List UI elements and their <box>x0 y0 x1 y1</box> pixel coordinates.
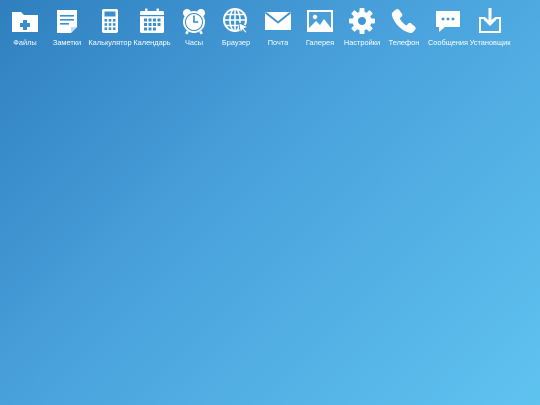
app-label: Сообщения <box>427 38 469 47</box>
notes-icon <box>52 6 82 36</box>
app-gallery[interactable]: Галерея <box>297 6 343 48</box>
app-label: Заметки <box>52 38 82 47</box>
app-label: Установщик <box>469 38 511 47</box>
app-icon-bar: Файлы Заметки Калькулятор Календарь Часы… <box>0 6 540 56</box>
app-clock[interactable]: Часы <box>171 6 217 48</box>
globe-cursor-icon <box>221 6 251 36</box>
desktop: Файлы Заметки Калькулятор Календарь Часы… <box>0 0 540 405</box>
app-notes[interactable]: Заметки <box>44 6 90 48</box>
app-label: Часы <box>184 38 204 47</box>
app-calculator[interactable]: Калькулятор <box>87 6 133 48</box>
app-label: Почта <box>267 38 289 47</box>
envelope-icon <box>263 6 293 36</box>
download-box-icon <box>475 6 505 36</box>
calendar-icon <box>137 6 167 36</box>
app-label: Галерея <box>305 38 335 47</box>
image-icon <box>305 6 335 36</box>
app-phone[interactable]: Телефон <box>381 6 427 48</box>
app-label: Браузер <box>221 38 251 47</box>
app-label: Калькулятор <box>88 38 132 47</box>
chat-bubble-icon <box>433 6 463 36</box>
app-label: Файлы <box>13 38 37 47</box>
app-label: Календарь <box>133 38 171 47</box>
gear-icon <box>347 6 377 36</box>
alarm-clock-icon <box>179 6 209 36</box>
app-installer[interactable]: Установщик <box>467 6 513 48</box>
app-label: Телефон <box>388 38 420 47</box>
app-label: Настройки <box>343 38 381 47</box>
app-messages[interactable]: Сообщения <box>425 6 471 48</box>
calculator-icon <box>95 6 125 36</box>
app-files[interactable]: Файлы <box>2 6 48 48</box>
app-calendar[interactable]: Календарь <box>129 6 175 48</box>
app-settings[interactable]: Настройки <box>339 6 385 48</box>
folder-plus-icon <box>10 6 40 36</box>
app-mail[interactable]: Почта <box>255 6 301 48</box>
app-browser[interactable]: Браузер <box>213 6 259 48</box>
phone-icon <box>389 6 419 36</box>
